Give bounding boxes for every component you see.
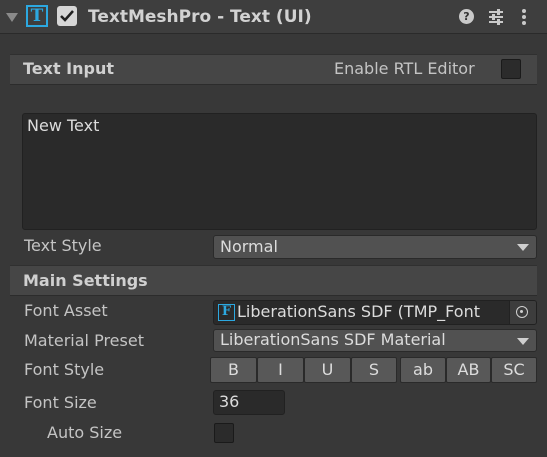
- font-size-input[interactable]: 36: [213, 390, 285, 415]
- foldout-arrow-icon[interactable]: [6, 13, 18, 22]
- auto-size-checkbox[interactable]: [214, 423, 234, 443]
- more-options-icon[interactable]: [519, 8, 529, 26]
- help-icon[interactable]: ?: [459, 9, 474, 24]
- material-preset-dropdown[interactable]: LiberationSans SDF Material: [213, 329, 537, 352]
- material-preset-value: LiberationSans SDF Material: [220, 330, 446, 349]
- main-settings-section-title: Main Settings: [23, 271, 148, 290]
- font-style-strikethrough-button[interactable]: S: [351, 357, 397, 383]
- component-enabled-checkbox[interactable]: [57, 6, 77, 26]
- object-picker-icon: [516, 306, 528, 318]
- font-asset-icon: F: [218, 304, 235, 321]
- text-input-value: New Text: [27, 116, 100, 135]
- font-style-bold-button[interactable]: B: [210, 357, 257, 383]
- object-picker-button[interactable]: [509, 301, 536, 324]
- font-asset-field[interactable]: F LiberationSans SDF (TMP_Font: [213, 300, 537, 325]
- dropdown-arrow-icon: [517, 244, 529, 251]
- font-asset-label: Font Asset: [24, 301, 108, 320]
- font-size-label: Font Size: [24, 393, 97, 412]
- font-style-label: Font Style: [24, 360, 105, 379]
- text-style-dropdown[interactable]: Normal: [213, 235, 537, 259]
- text-style-value: Normal: [220, 237, 278, 256]
- auto-size-label: Auto Size: [47, 423, 123, 442]
- font-style-lowercase-button[interactable]: ab: [400, 357, 446, 383]
- enable-rtl-editor-label: Enable RTL Editor: [334, 59, 475, 78]
- enable-rtl-editor-checkbox[interactable]: [501, 59, 521, 79]
- checkmark-icon: [60, 10, 74, 22]
- text-style-label: Text Style: [24, 236, 102, 255]
- font-style-uppercase-button[interactable]: AB: [446, 357, 491, 383]
- material-preset-label: Material Preset: [24, 331, 144, 350]
- text-input-section-title: Text Input: [23, 59, 115, 78]
- dropdown-arrow-icon: [517, 338, 529, 345]
- font-style-underline-button[interactable]: U: [304, 357, 351, 383]
- font-asset-value: LiberationSans SDF (TMP_Font: [237, 302, 480, 321]
- textmeshpro-t-icon: T: [26, 5, 48, 27]
- font-style-smallcaps-button[interactable]: SC: [491, 357, 537, 383]
- font-size-value: 36: [219, 392, 240, 411]
- font-style-italic-button[interactable]: I: [257, 357, 304, 383]
- presets-sliders-icon[interactable]: [487, 8, 505, 26]
- component-title: TextMeshPro - Text (UI): [88, 7, 312, 27]
